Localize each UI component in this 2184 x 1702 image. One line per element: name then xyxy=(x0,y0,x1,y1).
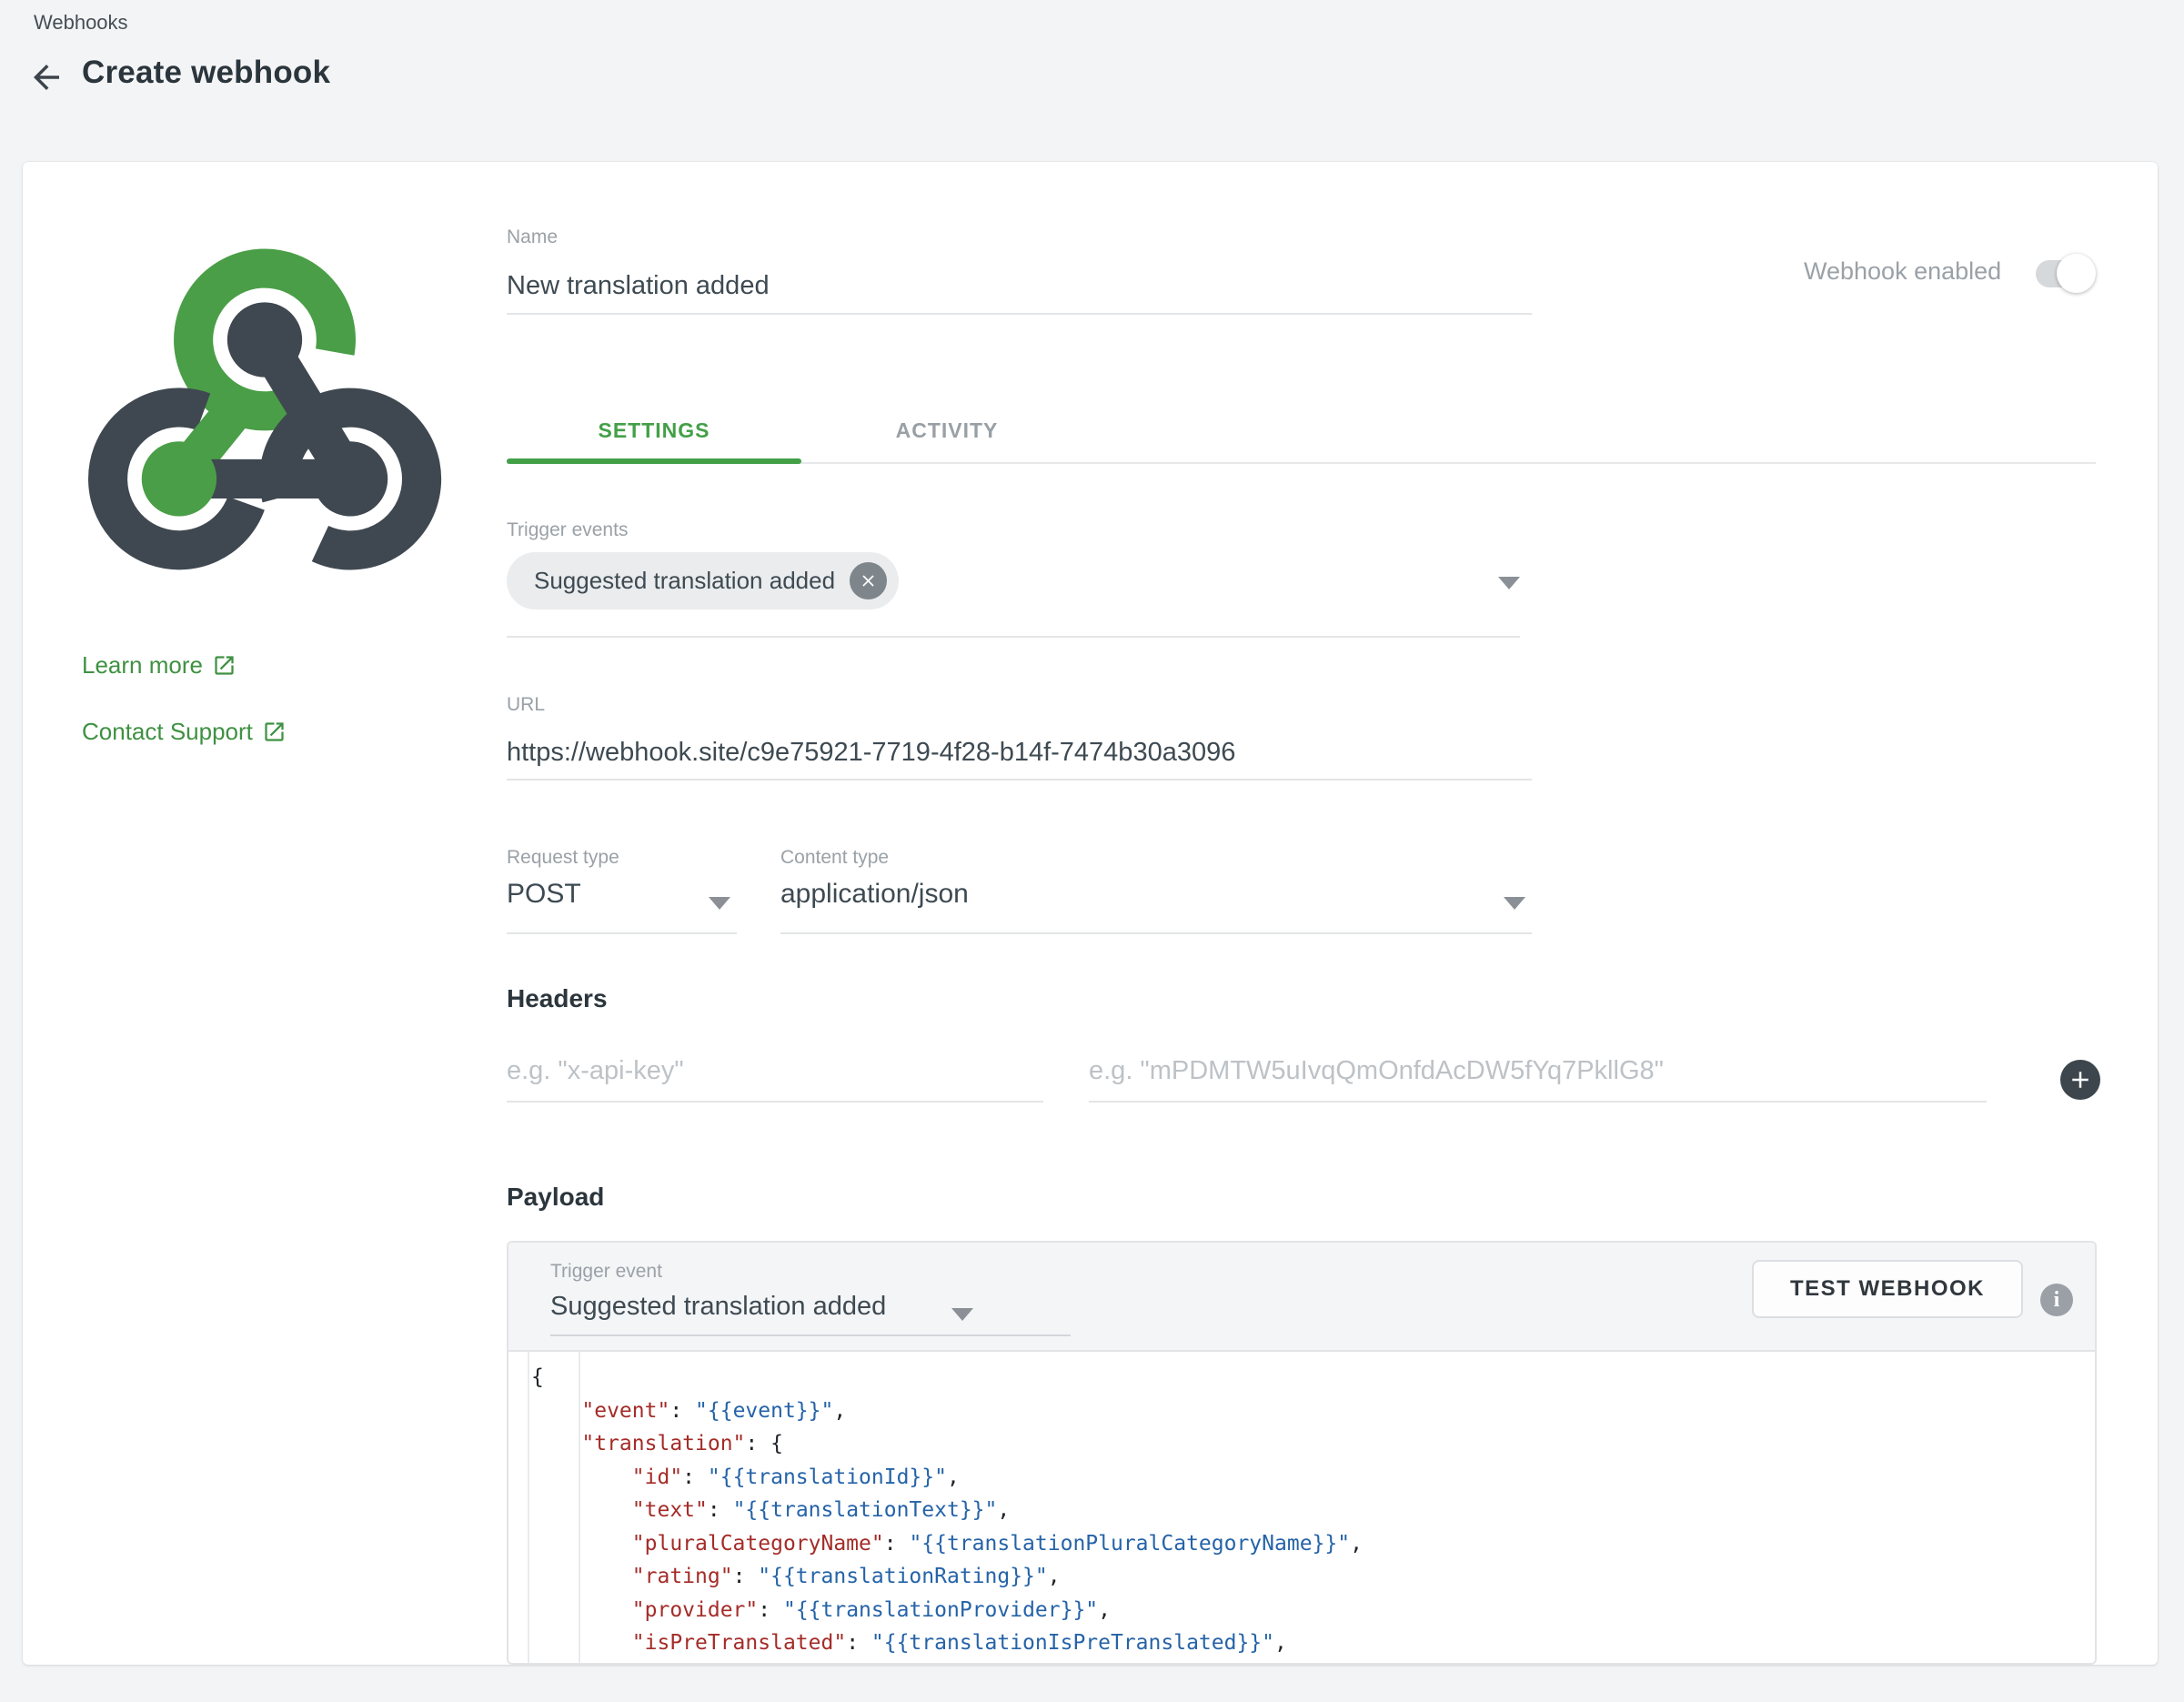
content-type-underline xyxy=(780,932,1532,934)
payload-heading: Payload xyxy=(507,1183,604,1212)
external-link-icon xyxy=(212,653,237,678)
code-line: "text": "{{translationText}}", xyxy=(531,1494,2095,1527)
payload-panel: Trigger event Suggested translation adde… xyxy=(507,1241,2097,1665)
request-type-dropdown-icon[interactable] xyxy=(709,897,730,910)
code-line: "createdAt": "{{translationCreatedAt}}", xyxy=(531,1660,2095,1664)
code-line: "translation": { xyxy=(531,1427,2095,1461)
trigger-events-label: Trigger events xyxy=(507,519,628,541)
contact-support-link[interactable]: Contact Support xyxy=(82,718,287,746)
test-webhook-button[interactable]: TEST WEBHOOK xyxy=(1752,1260,2023,1318)
code-line: "id": "{{translationId}}", xyxy=(531,1461,2095,1495)
code-line: "pluralCategoryName": "{{translationPlur… xyxy=(531,1527,2095,1561)
code-line: { xyxy=(531,1361,2095,1395)
payload-json: { "event": "{{event}}", "translation": {… xyxy=(531,1361,2095,1663)
content-type-select[interactable]: application/json xyxy=(780,879,969,910)
request-type-select[interactable]: POST xyxy=(507,879,581,910)
trigger-event-chip[interactable]: Suggested translation added xyxy=(507,552,899,609)
toggle-knob[interactable] xyxy=(2057,254,2096,293)
request-type-label: Request type xyxy=(507,847,619,869)
code-line: "event": "{{event}}", xyxy=(531,1395,2095,1428)
chip-remove-icon[interactable] xyxy=(850,562,887,599)
webhook-logo xyxy=(86,229,443,586)
content-type-label: Content type xyxy=(780,847,889,869)
indent-guide xyxy=(528,1352,529,1663)
trigger-events-underline xyxy=(507,636,1520,638)
tab-settings[interactable]: SETTINGS xyxy=(507,402,801,458)
trigger-events-dropdown-icon[interactable] xyxy=(1498,577,1520,589)
plus-icon xyxy=(2067,1066,2094,1093)
payload-code-editor[interactable]: { "event": "{{event}}", "translation": {… xyxy=(508,1352,2095,1663)
payload-panel-header: Trigger event Suggested translation adde… xyxy=(508,1243,2095,1352)
code-line: "isPreTranslated": "{{translationIsPreTr… xyxy=(531,1626,2095,1660)
webhook-enabled-label: Webhook enabled xyxy=(1804,257,2001,286)
name-label: Name xyxy=(507,227,558,248)
learn-more-label: Learn more xyxy=(82,651,203,680)
learn-more-link[interactable]: Learn more xyxy=(82,651,237,680)
external-link-icon xyxy=(262,720,287,744)
headers-heading: Headers xyxy=(507,984,608,1013)
add-header-button[interactable] xyxy=(2060,1060,2100,1100)
url-input[interactable] xyxy=(507,726,1532,781)
content-type-dropdown-icon[interactable] xyxy=(1504,897,1525,910)
page-title: Create webhook xyxy=(82,55,330,91)
trigger-event-dropdown-icon[interactable] xyxy=(951,1308,973,1321)
header-value-input[interactable] xyxy=(1089,1041,1987,1103)
back-arrow-icon[interactable] xyxy=(27,58,65,96)
trigger-event-underline xyxy=(550,1334,1071,1336)
request-type-underline xyxy=(507,932,737,934)
url-label: URL xyxy=(507,694,545,716)
chip-label: Suggested translation added xyxy=(534,567,835,595)
tab-activity[interactable]: ACTIVITY xyxy=(801,402,1092,458)
active-tab-indicator xyxy=(507,458,801,464)
trigger-event-label: Trigger event xyxy=(550,1261,662,1283)
code-line: "provider": "{{translationProvider}}", xyxy=(531,1594,2095,1627)
code-line: "rating": "{{translationRating}}", xyxy=(531,1560,2095,1594)
trigger-event-select[interactable]: Suggested translation added xyxy=(550,1292,886,1322)
breadcrumb[interactable]: Webhooks xyxy=(34,11,128,35)
contact-support-label: Contact Support xyxy=(82,718,253,746)
info-icon[interactable]: i xyxy=(2040,1284,2073,1316)
name-input[interactable] xyxy=(507,258,1532,315)
header-key-input[interactable] xyxy=(507,1041,1043,1103)
